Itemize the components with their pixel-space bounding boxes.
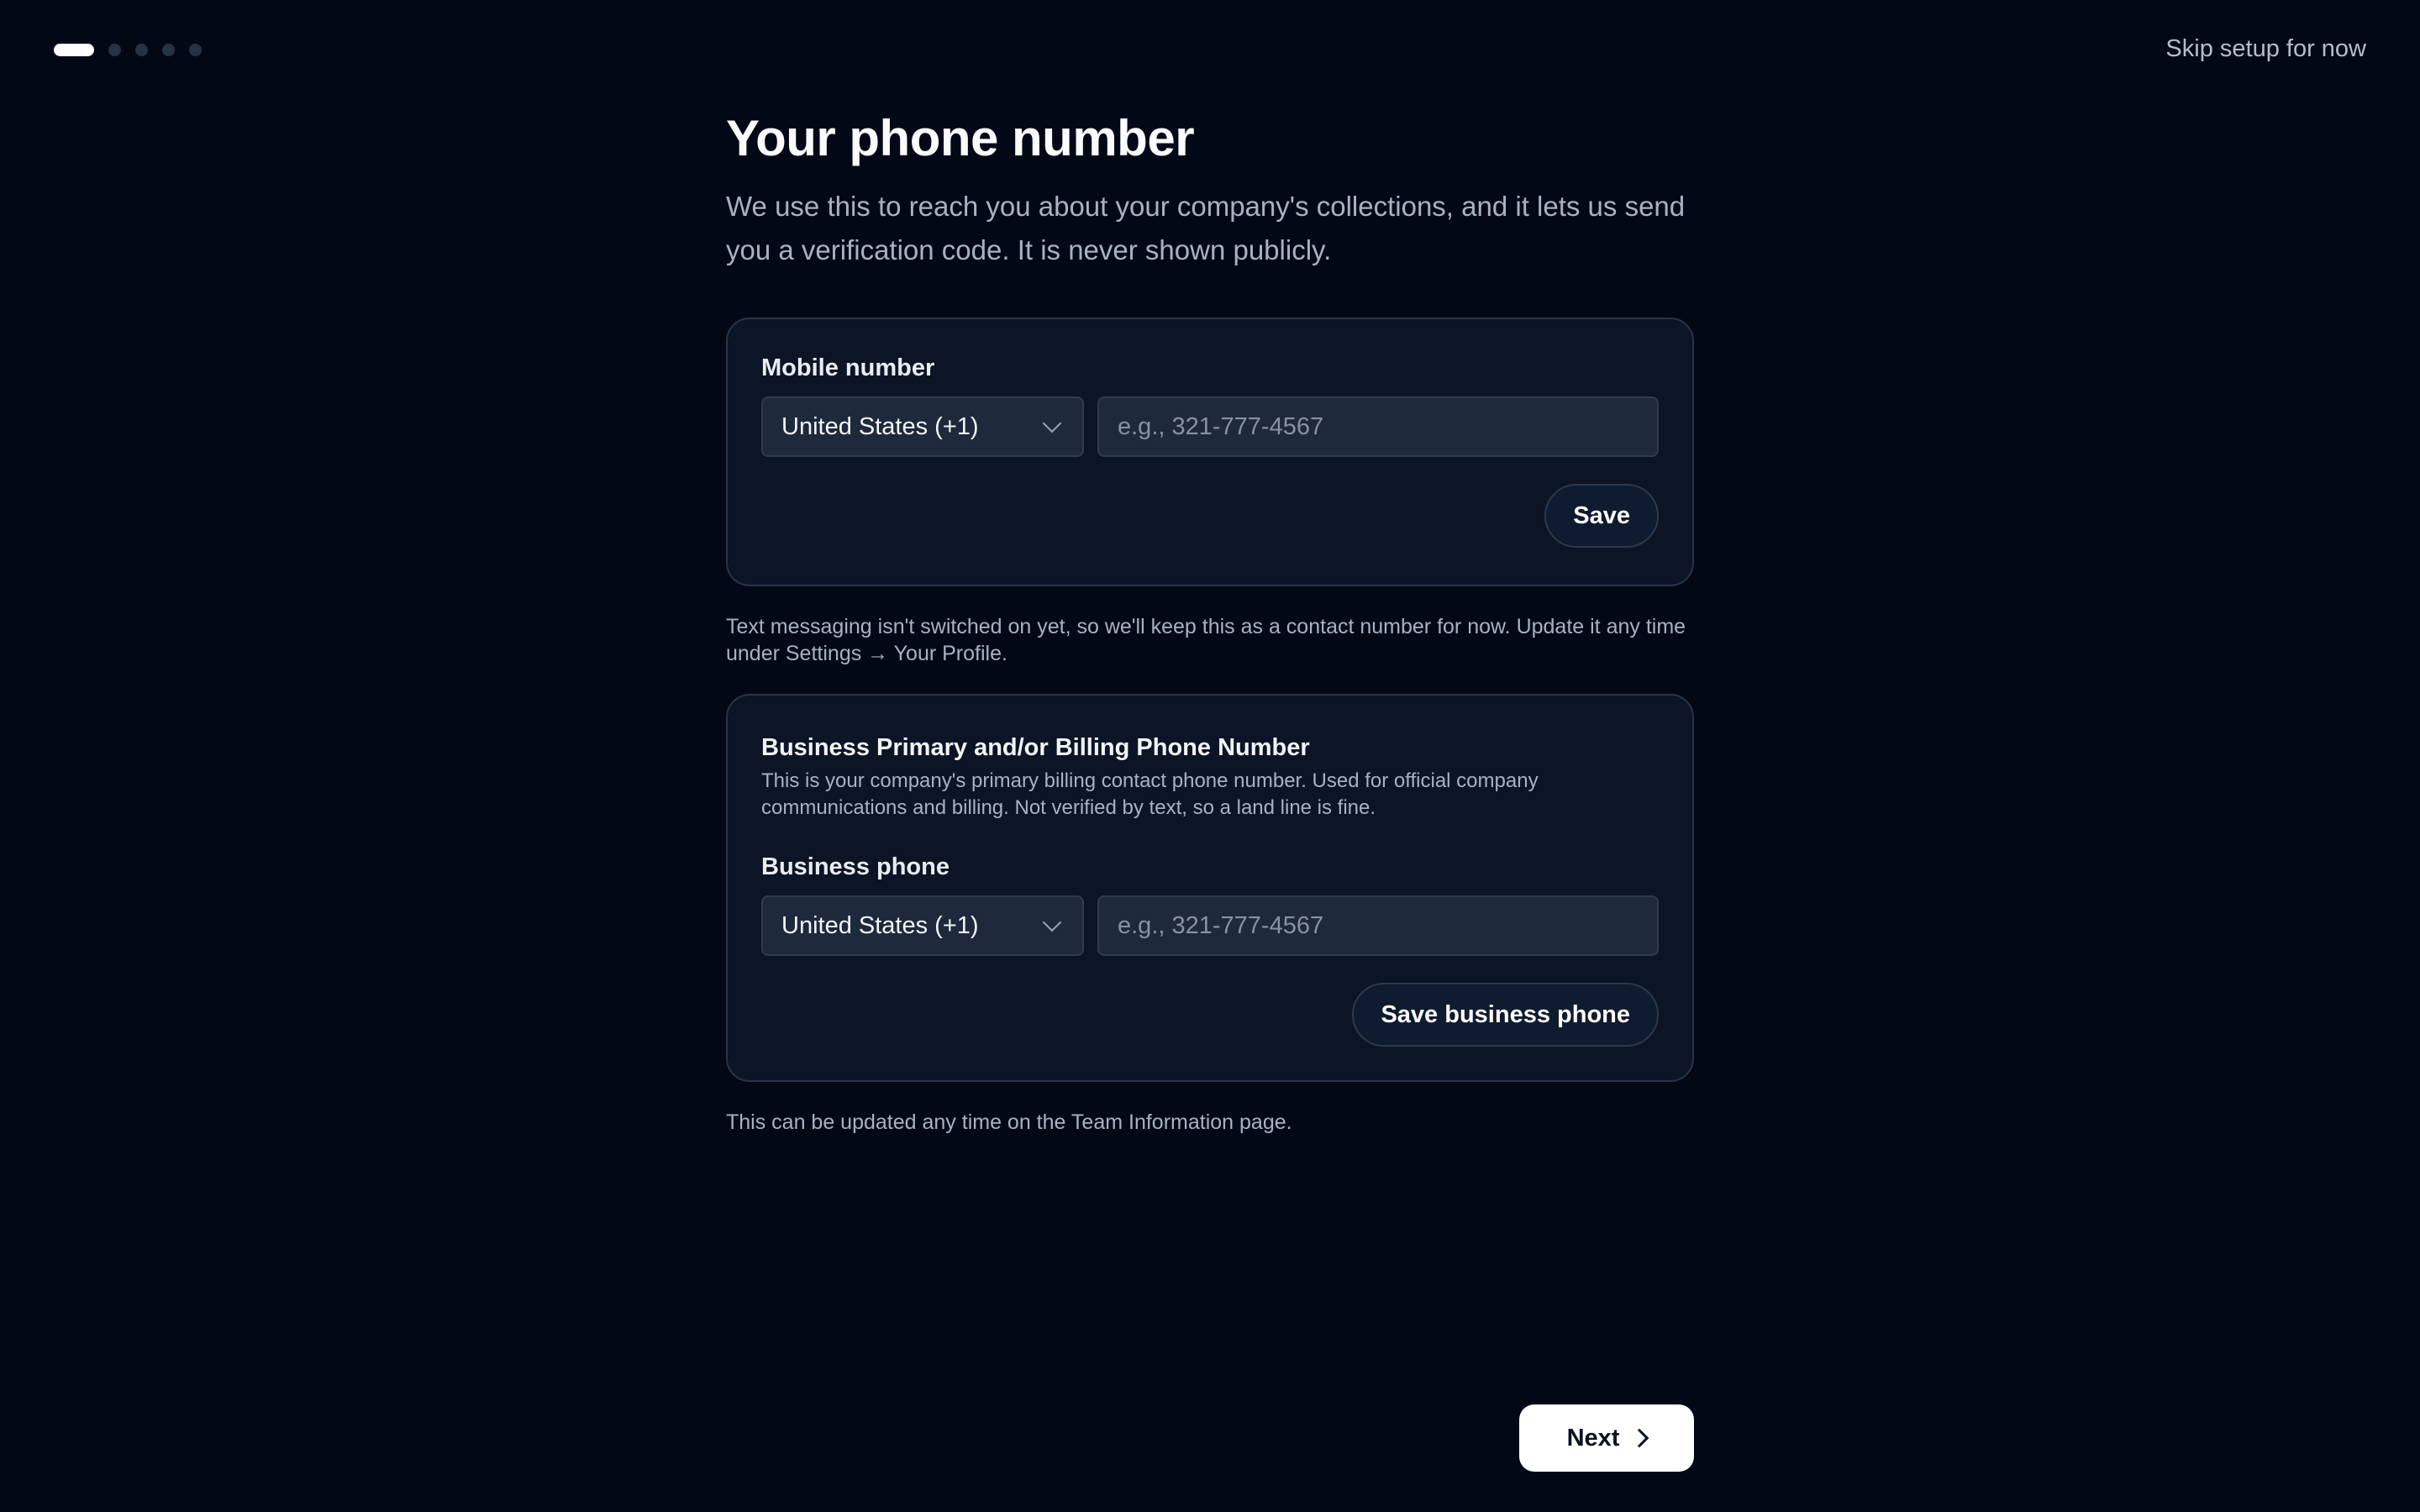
progress-step-3 xyxy=(135,44,148,56)
progress-indicator xyxy=(54,44,202,56)
mobile-number-label: Mobile number xyxy=(761,354,935,381)
business-phone-card: Business Primary and/or Billing Phone Nu… xyxy=(726,694,1694,1082)
progress-step-2 xyxy=(108,44,121,56)
mobile-number-input[interactable] xyxy=(1097,396,1659,457)
save-business-phone-button[interactable]: Save business phone xyxy=(1352,983,1659,1047)
business-phone-description: This is your company's primary billing c… xyxy=(761,769,1539,819)
progress-step-4 xyxy=(162,44,175,56)
business-phone-row: United States (+1) xyxy=(761,895,1659,956)
mobile-number-row: United States (+1) xyxy=(761,396,1659,457)
progress-step-5 xyxy=(189,44,202,56)
business-country-value: United States (+1) xyxy=(781,911,979,939)
mobile-country-select[interactable]: United States (+1) xyxy=(761,396,1084,457)
next-button-label: Next xyxy=(1566,1424,1620,1452)
business-phone-label: Business phone xyxy=(761,853,950,880)
save-mobile-button[interactable]: Save xyxy=(1544,484,1659,548)
business-phone-title: Business Primary and/or Billing Phone Nu… xyxy=(761,734,1310,761)
chevron-down-icon xyxy=(1042,912,1062,932)
mobile-note: Text messaging isn't switched on yet, so… xyxy=(726,615,1686,665)
skip-setup-link[interactable]: Skip setup for now xyxy=(2165,35,2366,63)
chevron-right-icon xyxy=(1630,1428,1649,1448)
business-actions: Save business phone xyxy=(761,983,1659,1047)
page-title: Your phone number xyxy=(726,110,1195,166)
mobile-country-value: United States (+1) xyxy=(781,412,979,440)
business-phone-input[interactable] xyxy=(1097,895,1659,956)
chevron-down-icon xyxy=(1042,413,1062,433)
progress-step-1-active xyxy=(54,44,94,56)
page-subtitle: We use this to reach you about your comp… xyxy=(726,191,1686,265)
mobile-number-card: Mobile number United States (+1) Save xyxy=(726,318,1694,586)
next-button[interactable]: Next xyxy=(1519,1404,1694,1472)
business-country-select[interactable]: United States (+1) xyxy=(761,895,1084,956)
business-note: This can be updated any time on the Team… xyxy=(726,1110,1292,1134)
main-content: Your phone number We use this to reach y… xyxy=(726,106,1694,1136)
mobile-actions: Save xyxy=(761,484,1659,548)
